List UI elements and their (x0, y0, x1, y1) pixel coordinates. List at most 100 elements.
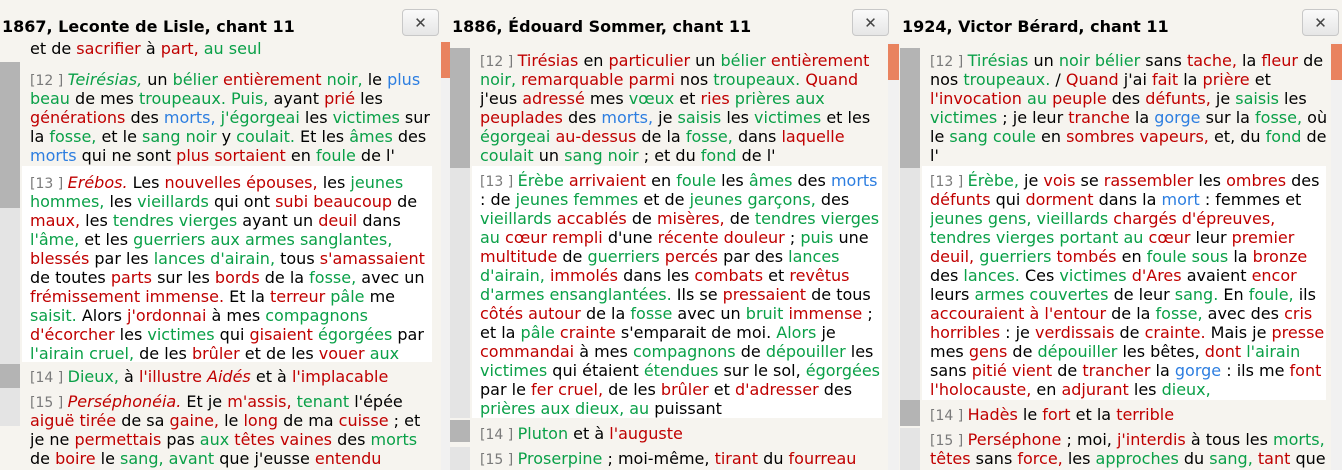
word: Érèbe, (967, 171, 1019, 190)
word: Hadès (967, 405, 1018, 424)
word: de toutes (30, 268, 111, 287)
word: noir, (321, 70, 363, 89)
word: les (845, 342, 874, 361)
text-line: aiguë tirée de sa gaine, le long de ma c… (30, 411, 440, 430)
verse-number: [15 ] (30, 395, 68, 411)
word: le (930, 127, 950, 146)
text-line: [15 ] Proserpine ; moi-même, tirant du f… (480, 449, 890, 470)
scrollbar-thumb[interactable] (1331, 44, 1342, 80)
word: saisis (1235, 89, 1279, 108)
word: puissant (649, 399, 722, 418)
scrollbar-thumb[interactable] (441, 42, 450, 78)
text-line: [13 ] Érèbe, je vois se rassembler les o… (930, 171, 1330, 192)
word: premier (1231, 228, 1295, 247)
word: / (1050, 70, 1066, 89)
word: sang noir (564, 146, 639, 165)
text-line: par le fer cruel, de les brûler et d'adr… (480, 380, 890, 399)
word: âmes (748, 171, 793, 190)
verse-number: [12 ] (30, 73, 68, 89)
word: où (1302, 108, 1328, 127)
word: du (1178, 449, 1210, 468)
word: ; et du (638, 146, 701, 165)
vertical-scrollbar[interactable] (1331, 42, 1342, 470)
word: de mes (69, 89, 139, 108)
word: armes sanglantes, (244, 230, 393, 249)
word: lances (788, 247, 840, 266)
word: de sa (116, 411, 170, 430)
word: couvertes (1029, 285, 1109, 304)
word: tirée (79, 411, 117, 430)
text-line: peuplades des morts, je saisis les victi… (480, 108, 890, 127)
word: vœux (628, 89, 675, 108)
word: entièrement (223, 70, 322, 89)
pane-title: 1867, Leconte de Lisle, chant 11 (2, 17, 295, 36)
word: tendres vierges (754, 209, 880, 228)
word: à mes (574, 342, 633, 361)
word: de l' (355, 146, 395, 165)
paragraph-gutter (0, 42, 20, 470)
word: des (392, 127, 427, 146)
word: en (285, 146, 316, 165)
word: d'écorcher (30, 325, 115, 344)
word: par les (89, 249, 154, 268)
word: troupeaux. (963, 70, 1051, 89)
close-pane-button[interactable]: ✕ (402, 9, 439, 36)
word: de (626, 209, 657, 228)
text-line: vieillards accablés de misères, de tendr… (480, 209, 890, 228)
word: je (1018, 171, 1044, 190)
text-line: des lances. Ces victimes d'Ares avaient … (930, 266, 1330, 285)
word: fosse, (1255, 108, 1303, 127)
text-line: hommes, les vieillards qui ont subi beau… (30, 192, 440, 211)
text-line: d'écorcher les victimes qui gisaient égo… (30, 325, 440, 344)
word: sur les (151, 268, 215, 287)
word: Mais je (1205, 323, 1272, 342)
word: armes (974, 285, 1025, 304)
word: ; et (388, 411, 421, 430)
word: en (578, 51, 609, 70)
word: bélier (172, 70, 218, 89)
word: autour (528, 304, 581, 323)
vertical-scrollbar[interactable] (441, 42, 450, 470)
word: Tirésias (517, 51, 579, 70)
word: frémissement (30, 287, 141, 306)
word: portant (1059, 228, 1119, 247)
pane-title: 1886, Édouard Sommer, chant 11 (452, 17, 752, 36)
text-line: je ne permettais pas aux têtes vaines de… (30, 430, 440, 449)
word: la (1236, 51, 1262, 70)
word: qui (990, 190, 1026, 209)
word: plus (176, 146, 210, 165)
close-pane-button[interactable]: ✕ (1302, 9, 1339, 36)
word: têtes vaines (234, 430, 332, 449)
word: prières (734, 89, 791, 108)
word: fosse, (49, 127, 97, 146)
word: Et je (181, 392, 228, 411)
word: le (219, 411, 244, 430)
word: les (114, 325, 148, 344)
word: En (1218, 285, 1249, 304)
word: de (1297, 51, 1324, 70)
word: troupeaux. (713, 70, 801, 89)
text-line: d'airain, immolés dans les combats et re… (480, 266, 890, 285)
word: et (674, 89, 701, 108)
word: combats (694, 266, 764, 285)
word: ayant (268, 89, 325, 108)
word: les (1062, 449, 1096, 468)
word: mes (584, 89, 629, 108)
word: étendues (643, 361, 719, 380)
word: sur la (1200, 108, 1256, 127)
word: accablés (556, 209, 627, 228)
word: commandai (480, 342, 575, 361)
word: au seul (198, 39, 262, 58)
word: avec un (356, 268, 425, 287)
word: long (243, 411, 279, 430)
text-line: et la pâle crainte s'emparait de moi. Al… (480, 323, 890, 342)
word: la (1150, 361, 1175, 380)
word: des (792, 171, 831, 190)
word: multitude (480, 247, 558, 266)
word: approches (1095, 449, 1179, 468)
word: pâle (520, 323, 555, 342)
close-pane-button[interactable]: ✕ (852, 9, 889, 36)
word: beau (30, 89, 70, 108)
word: Et la (224, 287, 270, 306)
word: égorgées (318, 325, 393, 344)
